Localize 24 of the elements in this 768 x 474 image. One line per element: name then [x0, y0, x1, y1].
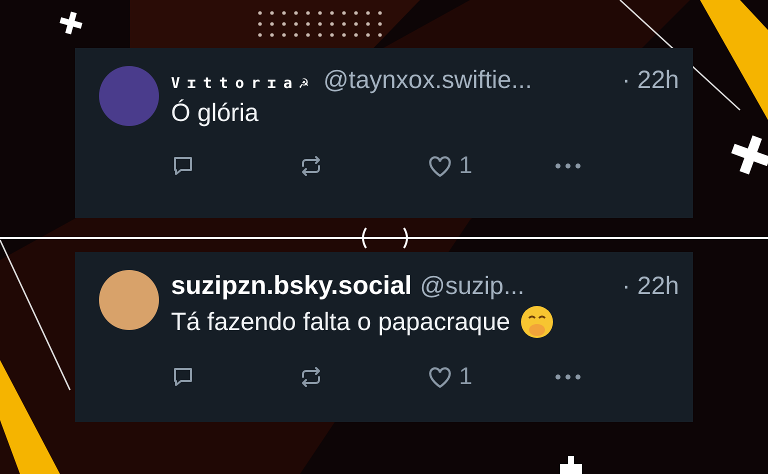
- heart-icon: [427, 154, 453, 178]
- reply-icon: [171, 365, 195, 389]
- post-text: Tá fazendo falta o papacraque: [171, 308, 510, 336]
- user-handle[interactable]: @taynxox.swiftie...: [323, 66, 532, 95]
- more-icon: [555, 374, 581, 380]
- plus-icon: [60, 12, 82, 34]
- reply-icon: [171, 154, 195, 178]
- more-button[interactable]: [555, 163, 581, 169]
- post-time: · 22h: [622, 272, 679, 301]
- repost-icon: [299, 154, 323, 178]
- like-button[interactable]: 1: [427, 363, 555, 391]
- post-time: · 22h: [622, 66, 679, 95]
- user-handle[interactable]: @suzip...: [420, 272, 524, 301]
- display-name[interactable]: Vɪttorɪa☭: [171, 74, 316, 92]
- heart-icon: [427, 365, 453, 389]
- plus-icon: [731, 135, 768, 175]
- repost-icon: [299, 365, 323, 389]
- like-button[interactable]: 1: [427, 152, 555, 180]
- hand-over-mouth-emoji-icon: [520, 305, 554, 339]
- display-name[interactable]: suzipzn.bsky.social: [171, 270, 412, 301]
- plus-icon: [560, 456, 582, 474]
- post-text: Ó glória: [171, 99, 259, 128]
- more-icon: [555, 163, 581, 169]
- more-button[interactable]: [555, 374, 581, 380]
